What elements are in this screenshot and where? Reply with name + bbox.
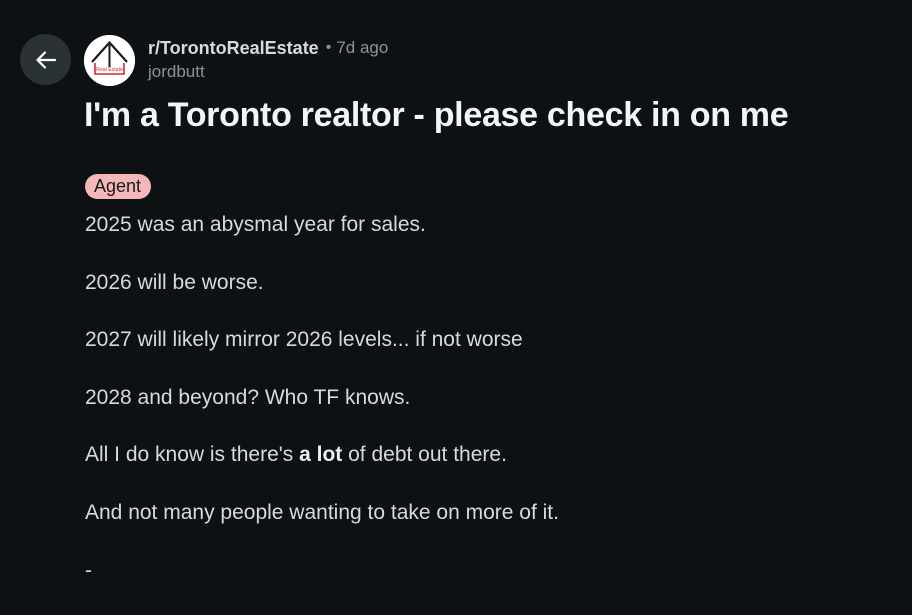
back-button[interactable] xyxy=(20,34,71,85)
post-flair[interactable]: Agent xyxy=(85,174,152,199)
post-timestamp: 7d ago xyxy=(336,38,389,57)
body-paragraph-7: - xyxy=(85,558,92,582)
body-paragraph-2: 2026 will be worse. xyxy=(85,270,264,294)
body-paragraph-5-end: of debt out there. xyxy=(342,443,507,467)
post-title: I'm a Toronto realtor - please check in … xyxy=(84,96,789,134)
subreddit-link[interactable]: r/TorontoRealEstate xyxy=(148,37,319,59)
author-link[interactable]: jordbutt xyxy=(148,61,388,83)
body-paragraph-5-start: All I do know is there's xyxy=(85,443,300,467)
house-logo: Real Estate xyxy=(84,35,135,86)
subreddit-avatar[interactable]: Real Estate xyxy=(84,35,135,86)
meta-separator: • xyxy=(325,39,332,56)
body-paragraph-3: 2027 will likely mirror 2026 levels... i… xyxy=(85,328,523,352)
body-paragraph-1: 2025 was an abysmal year for sales. xyxy=(85,213,426,236)
post-body: 2025 was an abysmal year for sales. 2026… xyxy=(85,212,885,615)
body-paragraph-5: All I do know is there's a lot of debt o… xyxy=(85,442,885,500)
body-paragraph-5-bold: a lot xyxy=(299,443,343,467)
arrow-left-icon xyxy=(35,50,56,69)
body-paragraph-6: And not many people wanting to take on m… xyxy=(85,500,559,524)
body-paragraph-4: 2028 and beyond? Who TF knows. xyxy=(85,385,411,409)
post-meta: r/TorontoRealEstate • 7d ago jordbutt xyxy=(148,37,388,83)
avatar-logo-text: Real Estate xyxy=(96,67,123,73)
